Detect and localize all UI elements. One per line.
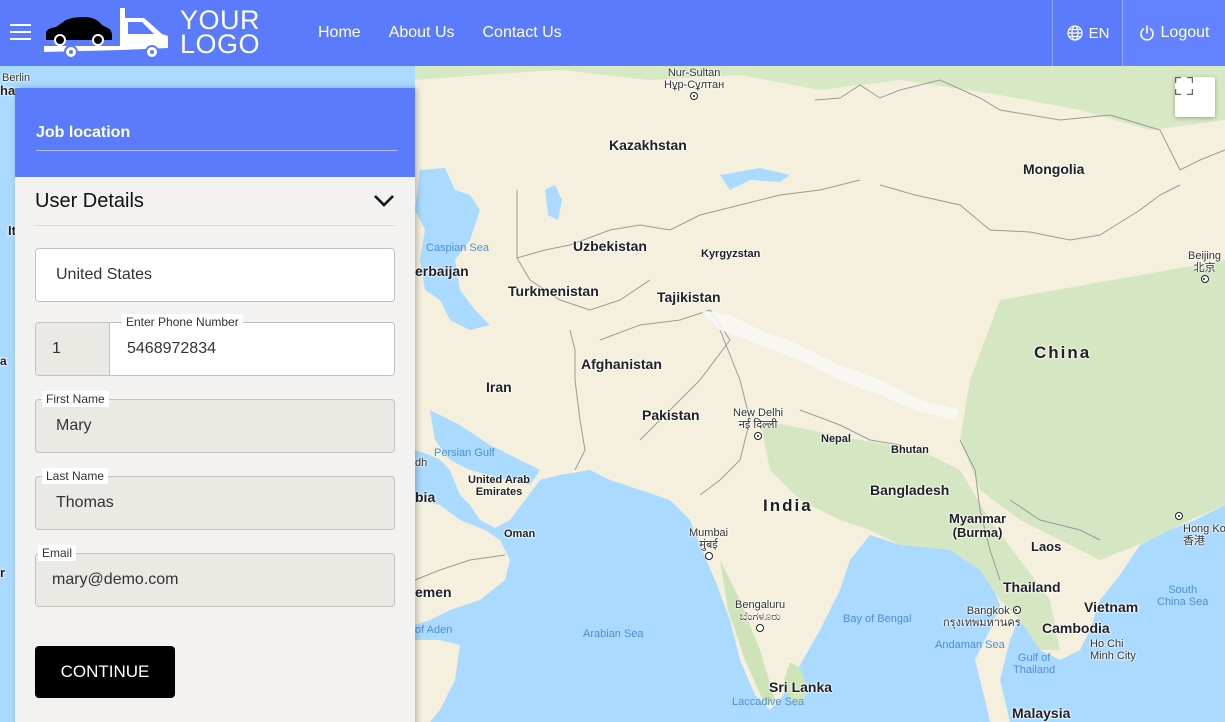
map-label-nepal: Nepal (821, 433, 851, 445)
map-label-bangladesh: Bangladesh (870, 482, 950, 498)
map-label-beijing: Beijing 北京 (1188, 250, 1221, 286)
user-details-header[interactable]: User Details (35, 177, 395, 226)
map-label-left-r: r (0, 565, 6, 580)
map-label-turkmenistan: Turkmenistan (508, 283, 599, 299)
logout-button[interactable]: Logout (1122, 0, 1225, 66)
last-name-field[interactable]: Last Name Thomas (35, 468, 395, 530)
job-location-section: Job location (15, 88, 415, 177)
map-label-pakistan: Pakistan (642, 407, 700, 423)
map-label-uae: United Arab Emirates (468, 474, 530, 499)
continue-button[interactable]: CONTINUE (35, 646, 175, 698)
map-label-cambodia: Cambodia (1042, 620, 1110, 636)
map-label-thailand: Thailand (1003, 579, 1061, 595)
hamburger-icon-line (10, 24, 31, 26)
map-label-caspian-sea: Caspian Sea (426, 242, 489, 254)
top-navbar: YOUR LOGO Home About Us Contact Us EN Lo… (0, 0, 1225, 66)
last-name-value: Thomas (56, 494, 114, 511)
hamburger-icon-line (10, 38, 31, 40)
map-label-kyrgyzstan: Kyrgyzstan (701, 248, 761, 260)
first-name-field[interactable]: First Name Mary (35, 391, 395, 453)
map-label-ho-chi-minh: Ho Chi Minh City (1090, 638, 1136, 663)
map-label-azerbaijan: erbaijan (415, 263, 469, 279)
map-label-tajikistan: Tajikistan (657, 289, 721, 305)
map-label-gulf-of-thailand: Gulf of Thailand (1013, 652, 1056, 677)
capital-marker (1012, 606, 1021, 614)
job-location-input[interactable]: Job location (36, 124, 397, 151)
map-label-gulf-of-aden: of Aden (415, 624, 453, 636)
map-label-afghanistan: Afghanistan (581, 356, 662, 372)
logo-text: YOUR LOGO (180, 5, 261, 59)
land-somalia (415, 640, 460, 722)
city-marker (704, 552, 713, 561)
map-label-sri-lanka: Sri Lanka (769, 679, 833, 695)
map-label-kazakhstan: Kazakhstan (609, 137, 687, 153)
email-field[interactable]: Email mary@demo.com (35, 545, 395, 607)
nav-link-contact-us[interactable]: Contact Us (483, 24, 562, 42)
language-label: EN (1088, 24, 1110, 42)
phone-value: 5468972834 (127, 340, 216, 357)
user-details-title: User Details (35, 189, 144, 212)
city-marker (1175, 512, 1183, 520)
map-label-mumbai: Mumbai मुंबई (689, 527, 728, 563)
map-label-persian-gulf: Persian Gulf (434, 447, 495, 459)
country-value: United States (56, 266, 153, 283)
map-label-yemen: emen (415, 584, 452, 600)
map-label-riyadh: dh (415, 457, 428, 469)
city-marker (756, 624, 765, 633)
logout-label: Logout (1160, 24, 1210, 41)
map-label-left-a: a (0, 354, 7, 368)
map-label-laos: Laos (1031, 539, 1062, 554)
map-label-bengaluru: Bengaluru ಬೆಂಗಳೂರು (735, 599, 785, 635)
nav-link-home[interactable]: Home (318, 24, 361, 42)
map-label-bhutan: Bhutan (891, 444, 929, 456)
map-label-andaman-sea: Andaman Sea (935, 639, 1005, 651)
email-value: mary@demo.com (52, 571, 179, 588)
capital-marker (1200, 275, 1209, 284)
map-label-vietnam: Vietnam (1084, 599, 1139, 615)
map-label-bangkok: Bangkok กรุงเทพมหานคร (943, 605, 1021, 630)
map-label-iran: Iran (486, 379, 512, 395)
map-label-saudi-arabia: bia (415, 489, 436, 505)
map-label-mongolia: Mongolia (1023, 161, 1085, 177)
map-label-india: India (763, 496, 813, 515)
chevron-down-icon (374, 195, 394, 207)
logo[interactable]: YOUR LOGO (44, 6, 260, 58)
phone-field[interactable]: 1 Enter Phone Number 5468972834 (35, 314, 395, 376)
capital-marker (690, 92, 699, 101)
map-label-south-china-sea: South China Sea (1157, 584, 1209, 609)
map-label-oman: Oman (504, 528, 536, 540)
hamburger-menu-button[interactable] (10, 24, 31, 42)
map-label-bay-of-bengal: Bay of Bengal (843, 613, 912, 625)
nav-link-about-us[interactable]: About Us (389, 24, 455, 42)
hamburger-icon-line (10, 31, 31, 33)
map-label-myanmar: Myanmar (Burma) (949, 511, 1007, 541)
language-selector[interactable]: EN (1052, 0, 1123, 66)
tow-truck-icon (44, 8, 168, 58)
main-nav: Home About Us Contact Us (318, 0, 590, 66)
map-label-arabian-sea: Arabian Sea (583, 628, 644, 640)
map-label-nur-sultan: Nur-Sultan Нұр-Сұлтан (664, 67, 724, 103)
map-label-new-delhi: New Delhi नई दिल्ली (733, 407, 783, 443)
power-icon (1139, 24, 1154, 41)
phone-country-code[interactable]: 1 (36, 323, 110, 375)
map-label-malaysia: Malaysia (1012, 705, 1071, 721)
first-name-value: Mary (56, 417, 92, 434)
country-select[interactable]: United States (35, 248, 395, 302)
fullscreen-icon (1175, 77, 1193, 95)
capital-marker (754, 432, 763, 441)
map-fullscreen-button[interactable] (1175, 77, 1215, 117)
map-label-hong-kong: Hong Ko 香港 (1175, 511, 1225, 547)
globe-icon (1066, 25, 1083, 41)
map-label-china: China (1034, 343, 1092, 362)
map-label-uzbekistan: Uzbekistan (573, 238, 647, 254)
map-label-laccadive-sea: Laccadive Sea (732, 696, 805, 708)
booking-panel: Job location User Details United States … (15, 88, 415, 722)
